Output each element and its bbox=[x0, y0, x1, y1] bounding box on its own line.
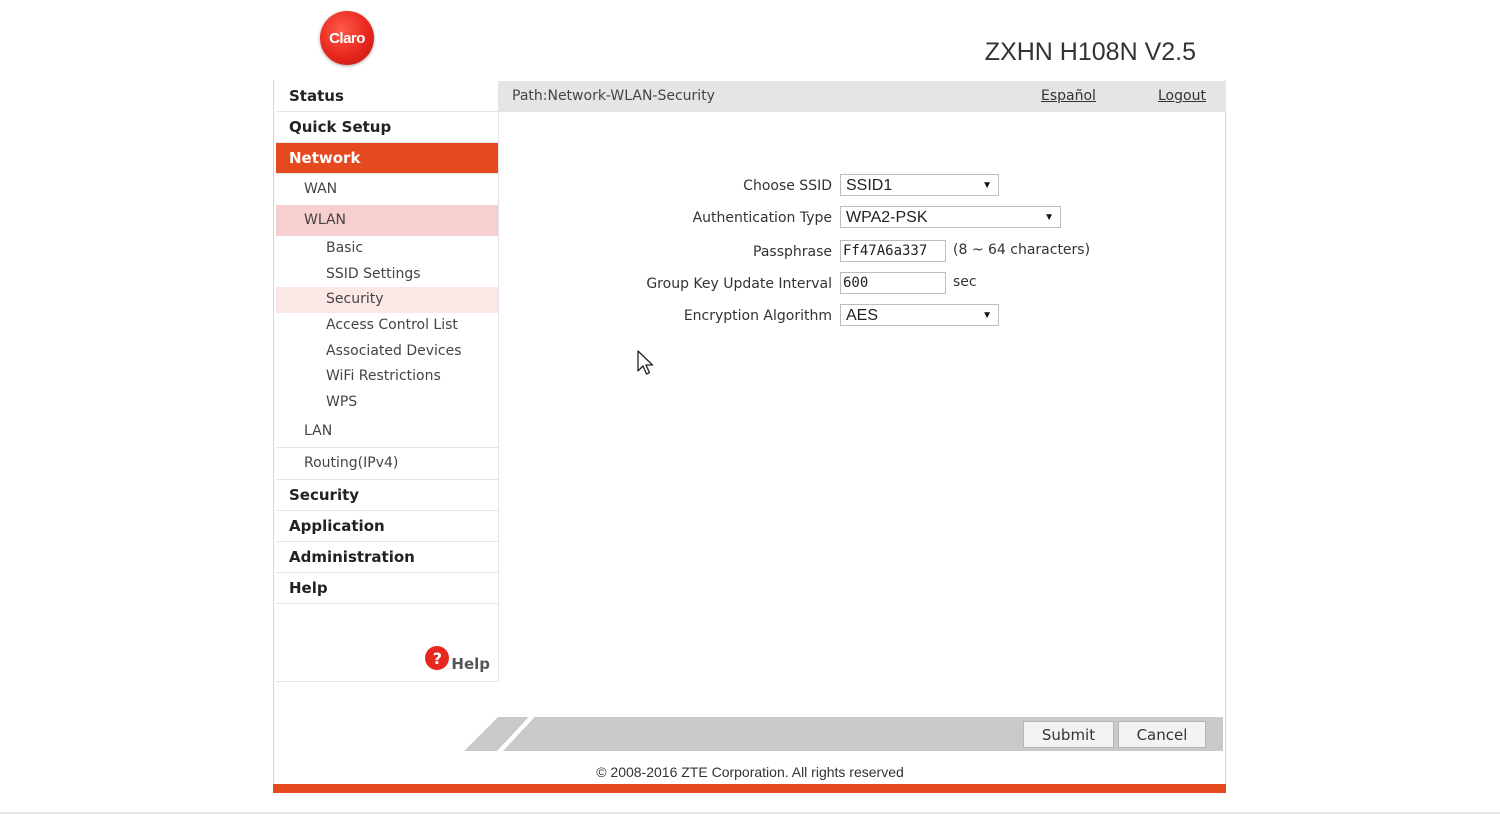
nav-routing-ipv4[interactable]: Routing(IPv4) bbox=[276, 448, 498, 480]
choose-ssid-label: Choose SSID bbox=[743, 178, 832, 194]
nav-wlan-wifi-restrictions[interactable]: WiFi Restrictions bbox=[276, 364, 498, 390]
claro-logo: Claro bbox=[320, 11, 374, 65]
nav-quick-setup[interactable]: Quick Setup bbox=[276, 112, 498, 143]
passphrase-label: Passphrase bbox=[753, 244, 832, 260]
path-bar: Path:Network-WLAN-Security Español Logou… bbox=[499, 81, 1226, 112]
nav-wlan-wps[interactable]: WPS bbox=[276, 390, 498, 416]
dropdown-arrow-icon: ▼ bbox=[982, 180, 992, 191]
encryption-label: Encryption Algorithm bbox=[683, 308, 832, 324]
choose-ssid-value: SSID1 bbox=[846, 177, 893, 194]
breadcrumb: Path:Network-WLAN-Security bbox=[512, 88, 715, 104]
language-link[interactable]: Español bbox=[1041, 88, 1096, 104]
row-auth-type: Authentication Type WPA2-PSK ▼ bbox=[0, 206, 1500, 230]
group-key-label: Group Key Update Interval bbox=[646, 276, 832, 292]
logout-link[interactable]: Logout bbox=[1158, 88, 1206, 104]
encryption-value: AES bbox=[846, 307, 879, 324]
help-link[interactable]: ? Help bbox=[425, 646, 490, 676]
group-key-unit: sec bbox=[953, 274, 977, 290]
nav-network[interactable]: Network bbox=[276, 143, 498, 174]
cancel-button[interactable]: Cancel bbox=[1118, 721, 1206, 748]
encryption-select[interactable]: AES ▼ bbox=[840, 304, 999, 326]
nav-security[interactable]: Security bbox=[276, 480, 498, 511]
logo-text: Claro bbox=[329, 29, 365, 47]
row-encryption: Encryption Algorithm AES ▼ bbox=[0, 304, 1500, 328]
passphrase-hint: (8 ~ 64 characters) bbox=[953, 242, 1091, 258]
choose-ssid-select[interactable]: SSID1 ▼ bbox=[840, 174, 999, 196]
footer-accent-bar bbox=[273, 784, 1226, 793]
submit-button[interactable]: Submit bbox=[1023, 721, 1114, 748]
dropdown-arrow-icon: ▼ bbox=[982, 310, 992, 321]
nav-status[interactable]: Status bbox=[276, 81, 498, 112]
nav-lan[interactable]: LAN bbox=[276, 416, 498, 448]
copyright-text: © 2008-2016 ZTE Corporation. All rights … bbox=[596, 764, 904, 780]
sidebar: Status Quick Setup Network WAN WLAN Basi… bbox=[276, 81, 499, 682]
row-group-key: Group Key Update Interval 600 sec bbox=[0, 272, 1500, 296]
auth-type-label: Authentication Type bbox=[692, 210, 832, 226]
row-choose-ssid: Choose SSID SSID1 ▼ bbox=[0, 174, 1500, 198]
model-name: ZXHN H108N V2.5 bbox=[984, 38, 1196, 66]
help-link-label: Help bbox=[451, 655, 490, 673]
row-passphrase: Passphrase Ff47A6a337 (8 ~ 64 characters… bbox=[0, 240, 1500, 264]
auth-type-select[interactable]: WPA2-PSK ▼ bbox=[840, 206, 1061, 228]
passphrase-input[interactable]: Ff47A6a337 bbox=[840, 240, 946, 262]
nav-help[interactable]: Help bbox=[276, 573, 498, 604]
mouse-cursor-icon bbox=[637, 350, 654, 375]
nav-administration[interactable]: Administration bbox=[276, 542, 498, 573]
group-key-input[interactable]: 600 bbox=[840, 272, 946, 294]
help-icon: ? bbox=[425, 646, 450, 670]
dropdown-arrow-icon: ▼ bbox=[1044, 212, 1054, 223]
nav-wlan-associated-devices[interactable]: Associated Devices bbox=[276, 339, 498, 365]
nav-application[interactable]: Application bbox=[276, 511, 498, 542]
auth-type-value: WPA2-PSK bbox=[846, 209, 928, 226]
